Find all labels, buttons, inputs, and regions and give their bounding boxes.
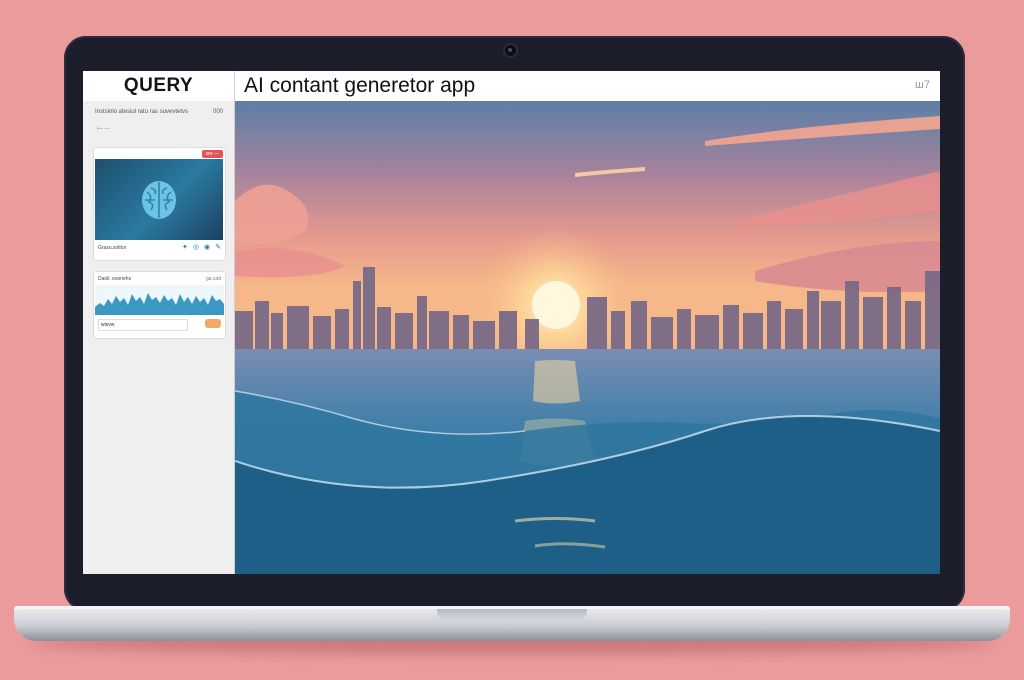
sidebar-subtitle: i— —: [97, 126, 110, 132]
laptop-opening-notch: [437, 609, 587, 621]
brand-logo[interactable]: QUERY: [83, 71, 235, 101]
app-window: QUERY AI contant generetor app ш7 Instsi…: [83, 71, 940, 574]
waveform[interactable]: [95, 285, 224, 315]
prompt-input[interactable]: wisvw: [98, 319, 188, 331]
panel-title: Daoil. esonehs: [98, 276, 132, 282]
brain-icon: [142, 180, 176, 219]
generate-button[interactable]: [205, 319, 221, 328]
brain-image[interactable]: [95, 159, 223, 240]
generated-image-card[interactable]: ser — Grasu.solitor ✦ ◎ ◉ ✎: [93, 147, 226, 261]
sidebar-header: Instsinlo atesiul ratu ras suvevtetvs 00…: [95, 109, 223, 115]
panel-value: ga cad: [205, 276, 221, 282]
title-bar: QUERY AI contant generetor app ш7: [83, 71, 940, 102]
sparkle-icon[interactable]: ✦: [182, 243, 188, 251]
generated-sunset-image[interactable]: [235, 101, 940, 574]
share-icon[interactable]: ◎: [193, 243, 199, 251]
sidebar: Instsinlo atesiul ratu ras suvevtetvs 00…: [83, 101, 235, 574]
status-badge[interactable]: ser —: [201, 150, 223, 158]
card-actions: ✦ ◎ ◉ ✎: [182, 243, 221, 251]
comment-icon[interactable]: ◉: [204, 243, 210, 251]
card-caption: Grasu.solitor: [98, 245, 127, 251]
window-controls[interactable]: ш7: [915, 79, 930, 91]
webcam-icon: [505, 45, 516, 56]
paint-icon[interactable]: ✎: [215, 243, 221, 251]
sidebar-header-label: Instsinlo atesiul ratu ras suvevtetvs: [95, 109, 189, 115]
sidebar-header-count: 000: [212, 109, 223, 115]
audio-panel: Daoil. esonehs ga cad wisvw: [93, 271, 226, 339]
app-title: AI contant generetor app: [244, 74, 476, 97]
